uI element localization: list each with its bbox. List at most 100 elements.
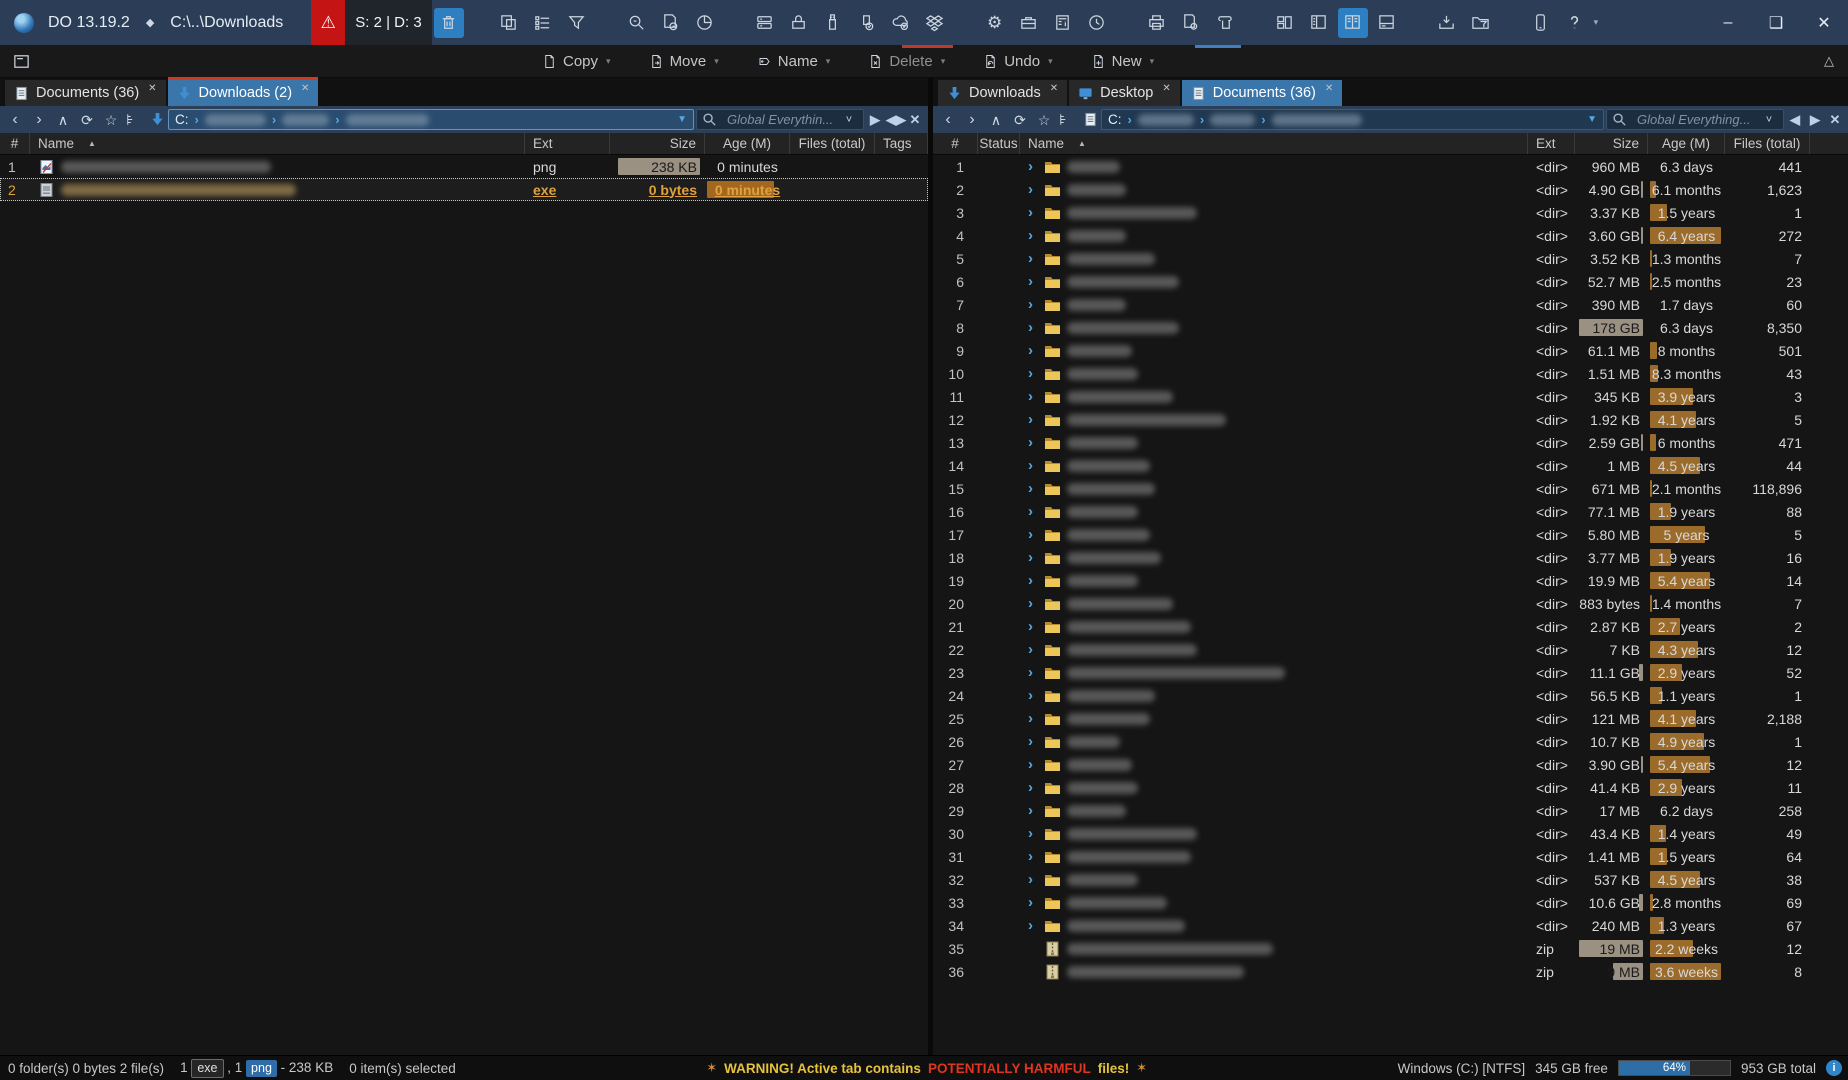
folder-row[interactable]: 28›<dir>41.4 KB2.9 years11 [933, 776, 1848, 799]
expand-chevron-icon[interactable]: › [1028, 274, 1038, 289]
close-tab-icon[interactable]: ✕ [1325, 83, 1333, 94]
left-breadcrumb[interactable]: C: › › › ▼ [168, 109, 694, 130]
folder-row[interactable]: 14›<dir>1 MB4.5 years44 [933, 454, 1848, 477]
expand-chevron-icon[interactable]: › [1028, 504, 1038, 519]
folder-row[interactable]: 16›<dir>77.1 MB1.9 years88 [933, 500, 1848, 523]
expand-chevron-icon[interactable] [1028, 941, 1038, 956]
folder-row[interactable]: 20›<dir>883 bytes1.4 months7 [933, 592, 1848, 615]
lister-menu-icon[interactable] [8, 46, 34, 76]
expand-chevron-icon[interactable]: › [1028, 550, 1038, 565]
folder-tree-icon[interactable] [124, 112, 146, 127]
path-dropdown-icon[interactable]: ▼ [677, 114, 687, 125]
usb-icon[interactable] [818, 8, 848, 38]
folder-row[interactable]: 24›<dir>56.5 KB1.1 years1 [933, 684, 1848, 707]
close-tab-icon[interactable]: ✕ [1162, 83, 1170, 94]
up-icon[interactable]: ∧ [52, 113, 74, 127]
folder-row[interactable]: 2›<dir>4.90 GB6.1 months1,623 [933, 178, 1848, 201]
system-info-icon[interactable] [1048, 8, 1078, 38]
dual-pane-icon[interactable] [1338, 8, 1368, 38]
file-row[interactable]: 1png238 KB0 minutes [0, 155, 928, 178]
folder-row[interactable]: 7›<dir>390 MB1.7 days60 [933, 293, 1848, 316]
right-search-box[interactable]: ˅ [1606, 109, 1784, 130]
expand-chevron-icon[interactable]: › [1028, 320, 1038, 335]
filter-icon[interactable] [562, 8, 592, 38]
info-icon[interactable]: i [1826, 1060, 1842, 1076]
delete-button[interactable]: Delete▾ [862, 51, 951, 72]
right-breadcrumb[interactable]: C: › › › ▼ [1101, 109, 1604, 130]
expand-chevron-icon[interactable]: › [1028, 872, 1038, 887]
folder-row[interactable]: 5›<dir>3.52 KB1.3 months7 [933, 247, 1848, 270]
maximize-button[interactable]: ❑ [1754, 0, 1798, 45]
expand-chevron-icon[interactable]: › [1028, 458, 1038, 473]
expand-chevron-icon[interactable]: › [1028, 826, 1038, 841]
pane-step-icon[interactable]: ▶ [866, 112, 884, 128]
file-settings-icon[interactable] [1176, 8, 1206, 38]
folder-row[interactable]: 26›<dir>10.7 KB4.9 years1 [933, 730, 1848, 753]
folder-row[interactable]: 6›<dir>52.7 MB2.5 months23 [933, 270, 1848, 293]
up-icon[interactable]: ∧ [985, 113, 1007, 127]
folder-row[interactable]: 3›<dir>3.37 KB1.5 years1 [933, 201, 1848, 224]
expand-chevron-icon[interactable]: › [1028, 757, 1038, 772]
save-layout-icon[interactable] [1432, 8, 1462, 38]
folder-row[interactable]: 30›<dir>43.4 KB1.4 years49 [933, 822, 1848, 845]
settings-gear-icon[interactable]: ⚙ [980, 8, 1010, 38]
folder-format-icon[interactable] [1466, 8, 1496, 38]
expand-chevron-icon[interactable]: › [1028, 849, 1038, 864]
folder-row[interactable]: 33›<dir>10.6 GB2.8 months69 [933, 891, 1848, 914]
tab-downloads[interactable]: Downloads ✕ [938, 80, 1067, 106]
expand-chevron-icon[interactable]: › [1028, 596, 1038, 611]
folder-row[interactable]: 4›<dir>3.60 GB6.4 years272 [933, 224, 1848, 247]
folder-row[interactable]: 12›<dir>1.92 KB4.1 years5 [933, 408, 1848, 431]
expand-chevron-icon[interactable]: › [1028, 343, 1038, 358]
expand-chevron-icon[interactable]: › [1028, 918, 1038, 933]
column-header-name[interactable]: Name▲ [30, 133, 525, 154]
folder-row[interactable]: 10›<dir>1.51 MB8.3 months43 [933, 362, 1848, 385]
folder-row[interactable]: 17›<dir>5.80 MB5 years5 [933, 523, 1848, 546]
folder-row[interactable]: 35 zip19 MB2.2 weeks12 [933, 937, 1848, 960]
toolbox-icon[interactable] [1014, 8, 1044, 38]
help-icon[interactable] [1560, 8, 1590, 38]
tab-desktop[interactable]: Desktop ✕ [1069, 80, 1180, 106]
tab-documents[interactable]: Documents (36) ✕ [1182, 80, 1343, 106]
close-button[interactable]: ✕ [1802, 0, 1846, 45]
folder-tree-icon[interactable] [1057, 112, 1079, 127]
back-icon[interactable]: ‹ [4, 112, 26, 128]
search-caret-icon[interactable]: ˅ [1760, 114, 1778, 126]
close-tab-icon[interactable]: ✕ [1050, 83, 1058, 94]
column-header-files-total-[interactable]: Files (total) [790, 133, 875, 154]
expand-chevron-icon[interactable]: › [1028, 159, 1038, 174]
forward-icon[interactable]: › [961, 112, 983, 128]
expand-chevron-icon[interactable]: › [1028, 205, 1038, 220]
expand-chevron-icon[interactable]: › [1028, 527, 1038, 542]
left-search-box[interactable]: ˅ [696, 109, 864, 130]
script-icon[interactable] [1210, 8, 1240, 38]
new-button[interactable]: New▾ [1085, 51, 1161, 72]
copy-button[interactable]: Copy▾ [536, 51, 617, 72]
column-header-age-m-[interactable]: Age (M) [1648, 133, 1725, 154]
expand-chevron-icon[interactable]: › [1028, 251, 1038, 266]
drive-lock-icon[interactable] [784, 8, 814, 38]
folder-row[interactable]: 23›<dir>11.1 GB2.9 years52 [933, 661, 1848, 684]
tab-documents[interactable]: Documents (36) ✕ [5, 80, 166, 106]
expand-chevron-icon[interactable]: › [1028, 389, 1038, 404]
expand-chevron-icon[interactable]: › [1028, 895, 1038, 910]
right-search-input[interactable] [1635, 111, 1755, 128]
expand-chevron-icon[interactable]: › [1028, 182, 1038, 197]
folder-row[interactable]: 36 zip9 MB3.6 weeks8 [933, 960, 1848, 983]
move-button[interactable]: Move▾ [643, 51, 725, 72]
back-icon[interactable]: ‹ [937, 112, 959, 128]
duplicate-window-icon[interactable] [494, 8, 524, 38]
column-header-size[interactable]: Size [610, 133, 705, 154]
pane-close-icon[interactable]: ✕ [906, 112, 924, 128]
expand-chevron-icon[interactable]: › [1028, 665, 1038, 680]
favorites-star-icon[interactable]: ☆ [100, 113, 122, 127]
folder-row[interactable]: 27›<dir>3.90 GB5.4 years12 [933, 753, 1848, 776]
toolbar-expand-icon[interactable]: △ [1824, 53, 1834, 69]
left-empty-area[interactable] [0, 201, 928, 1055]
search-caret-icon[interactable]: ˅ [840, 114, 858, 126]
folder-row[interactable]: 21›<dir>2.87 KB2.7 years2 [933, 615, 1848, 638]
file-search-icon[interactable] [656, 8, 686, 38]
right-empty-area[interactable] [933, 983, 1848, 1055]
pane-swap-icon[interactable]: ▶ [1806, 112, 1824, 128]
mobile-device-icon[interactable] [1526, 8, 1556, 38]
